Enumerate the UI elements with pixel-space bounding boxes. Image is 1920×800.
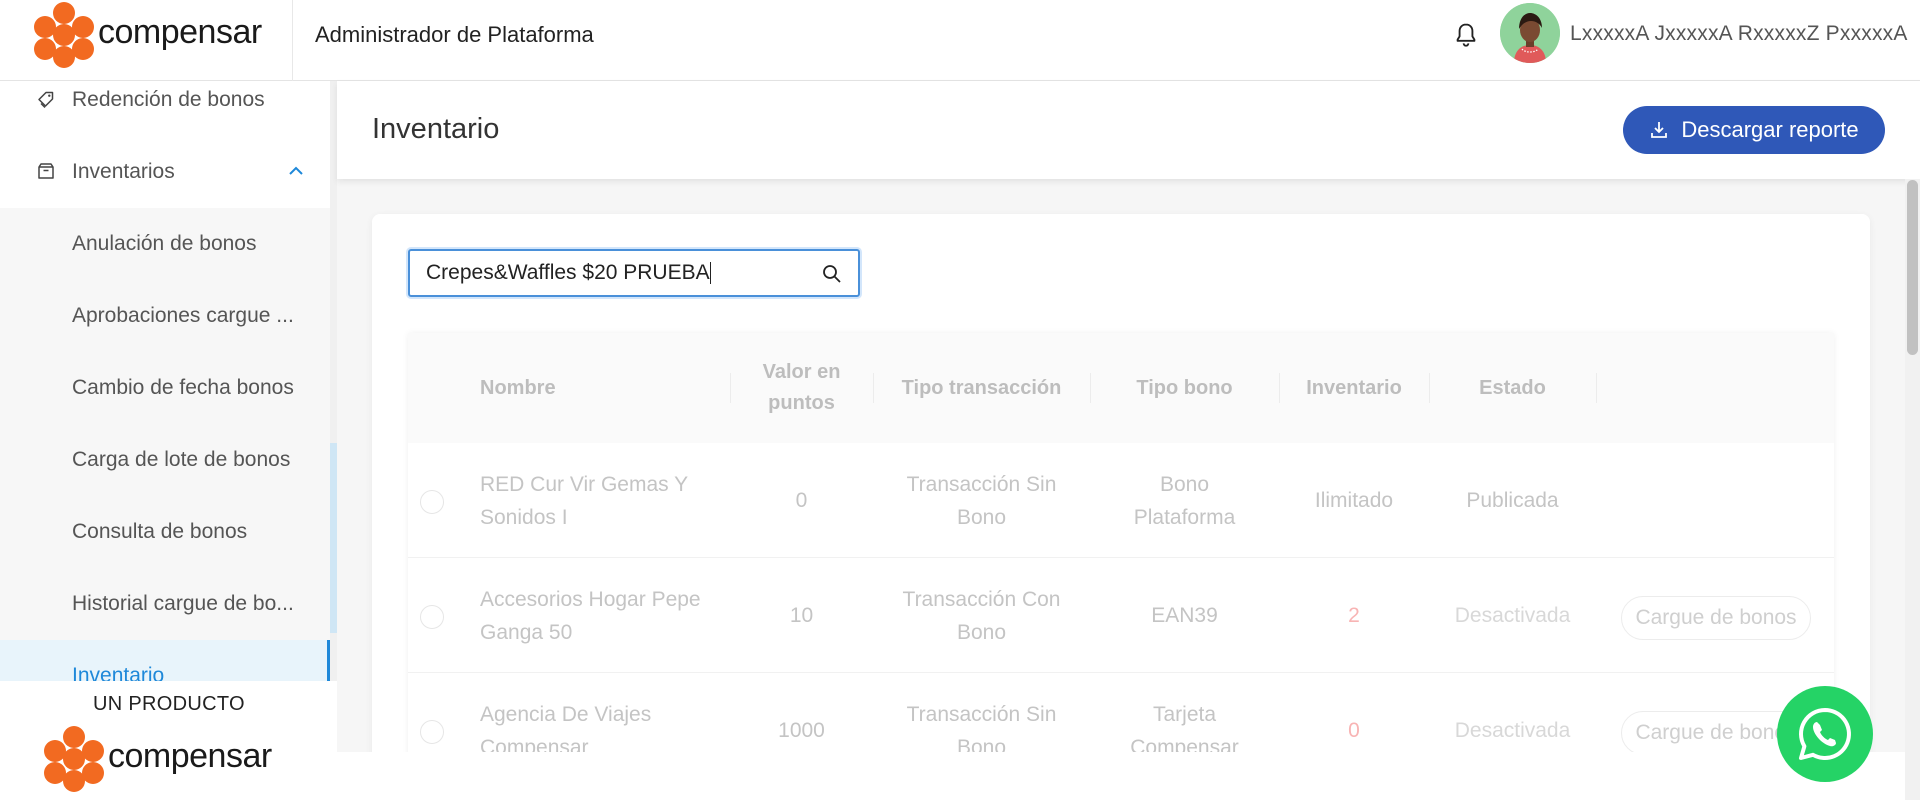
compensar-logo[interactable]: compensar [32,2,262,68]
cargue-bonos-button[interactable]: Cargue de bonos [1621,596,1811,640]
logo-mark-icon [32,2,96,68]
cell-estado: Publicada [1466,489,1559,512]
cell-tipo-bono: Bono Plataforma [1133,472,1236,529]
cell-nombre: RED Cur Vir Gemas Y Sonidos I [480,472,688,529]
sidebar-subitem-label: Carga de lote de bonos [72,448,291,471]
sidebar-item-label: Inventarios [72,160,175,183]
sidebar-item-redencion[interactable]: Redención de bonos [0,81,330,136]
sidebar-subitem-inventario[interactable]: Inventario [0,640,330,681]
download-icon [1651,122,1668,138]
cell-tipo-bono: EAN39 [1151,604,1218,627]
sidebar-subitem-label: Historial cargue de bo... [72,592,294,615]
cell-valor: 0 [795,489,808,512]
download-report-button[interactable]: Descargar reporte [1623,106,1885,154]
sidebar-subitem-label: Consulta de bonos [72,520,248,543]
download-report-label: Descargar reporte [1681,117,1859,142]
whatsapp-button[interactable] [1777,686,1873,782]
logo-mark-icon [42,726,106,792]
footer-brand: UN PRODUCTO compensar [0,681,337,800]
inventory-card: Crepes&Waffles $20 PRUEBA Nombre Valor e… [372,214,1870,800]
whatsapp-icon [1799,708,1851,760]
sidebar-subitem-label: Inventario [72,664,165,681]
logo-wordmark: compensar [98,12,262,51]
row-select-radio[interactable] [420,605,444,629]
page-header: Inventario Descargar reporte [337,81,1920,179]
tag-icon [38,91,54,109]
table-header: Nombre Valor en puntos Tipo transacción … [408,333,1834,443]
sidebar-subitem-anulacion[interactable]: Anulación de bonos [0,208,330,280]
cell-tipo-transaccion: Transacción Con Bono [902,587,1061,644]
sidebar-subitem-consulta[interactable]: Consulta de bonos [0,496,330,568]
row-select-radio[interactable] [420,490,444,514]
footer-logo: compensar [42,726,272,792]
table-row[interactable]: RED Cur Vir Gemas Y Sonidos I 0 Transacc… [408,443,1834,558]
cell-inventario: 2 [1348,604,1360,627]
sidebar-item-inventarios[interactable]: Inventarios [0,136,330,208]
sidebar-subitem-label: Aprobaciones cargue ... [72,304,294,327]
column-divider [1596,373,1597,403]
chevron-up-icon[interactable] [288,165,304,177]
col-estado[interactable]: Estado [1429,333,1596,443]
col-tipo-bono[interactable]: Tipo bono [1090,333,1279,443]
sidebar-scrollbar-thumb[interactable] [330,443,337,633]
viewport-bottom [337,752,1905,800]
logo-wordmark: compensar [108,736,272,775]
sidebar-subitem-carga-lote[interactable]: Carga de lote de bonos [0,424,330,496]
cell-nombre: Accesorios Hogar Pepe Ganga 50 [480,587,701,644]
col-inventario[interactable]: Inventario [1279,333,1429,443]
sidebar-subitem-cambio-fecha[interactable]: Cambio de fecha bonos [0,352,330,424]
sidebar-subitem-aprobaciones[interactable]: Aprobaciones cargue ... [0,280,330,352]
col-nombre[interactable]: Nombre [480,333,720,443]
search-input[interactable]: Crepes&Waffles $20 PRUEBA [408,249,860,297]
col-tipo-transaccion[interactable]: Tipo transacción [873,333,1090,443]
search-value[interactable]: Crepes&Waffles $20 PRUEBA [426,261,711,285]
col-valor[interactable]: Valor en puntos [730,333,873,443]
inventory-table: Nombre Valor en puntos Tipo transacción … [408,333,1834,800]
search-text: Crepes&Waffles $20 PRUEBA [426,261,710,284]
main-scrollbar-thumb[interactable] [1907,180,1918,355]
box-icon [38,163,54,179]
page-title: Inventario [372,113,500,145]
sidebar-subitem-label: Cambio de fecha bonos [72,376,294,399]
cell-valor: 10 [789,604,814,627]
row-select-radio[interactable] [420,720,444,744]
cell-estado: Desactivada [1454,604,1571,627]
avatar-icon [1500,3,1560,63]
table-row[interactable]: Accesorios Hogar Pepe Ganga 50 10 Transa… [408,558,1834,673]
sidebar-item-label: Redención de bonos [72,88,265,111]
bell-icon[interactable] [1452,20,1480,50]
sidebar-subitem-historial[interactable]: Historial cargue de bo... [0,568,330,640]
user-name[interactable]: LxxxxxA JxxxxxA RxxxxxZ PxxxxxA [1570,22,1908,46]
user-avatar[interactable] [1500,3,1560,63]
sidebar: Redención de bonos Inventarios Anulación… [0,81,330,681]
cell-inventario: Ilimitado [1314,489,1394,512]
cell-tipo-transaccion: Transacción Sin Bono [906,472,1057,529]
top-header: compensar Administrador de Plataforma Lx… [0,0,1920,81]
main-content: Inventario Descargar reporte Crepes&Waff… [337,81,1920,800]
header-divider [292,0,293,81]
text-caret [709,262,711,285]
sidebar-subitem-label: Anulación de bonos [72,232,257,255]
search-icon[interactable] [822,264,842,284]
app-title: Administrador de Plataforma [315,22,594,47]
footer-tagline: UN PRODUCTO [93,693,245,715]
